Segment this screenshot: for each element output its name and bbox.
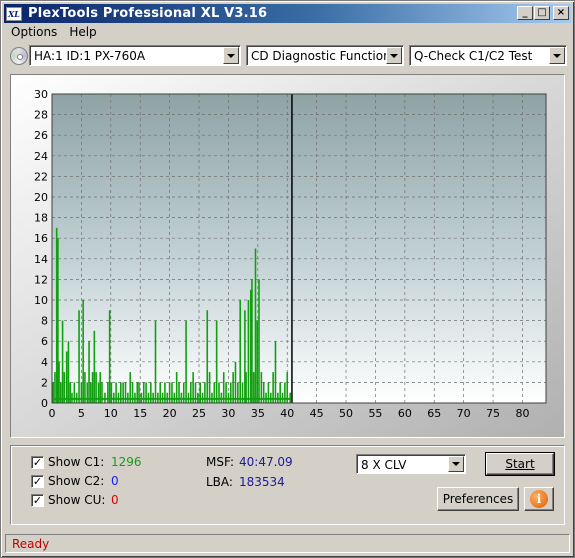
drive-select[interactable]: HA:1 ID:1 PX-760A [29, 45, 241, 66]
preferences-button[interactable]: Preferences [437, 487, 519, 511]
y-tick-label: 26 [34, 129, 48, 142]
x-tick-label: 75 [486, 407, 500, 420]
minimize-button[interactable]: _ [517, 6, 533, 20]
app-window: XL PlexTools Professional XL V3.16 _ □ ×… [0, 0, 575, 558]
show-c2-label: Show C2: [48, 474, 105, 488]
x-tick-label: 60 [398, 407, 412, 420]
status-bar: Ready [5, 534, 570, 553]
info-button[interactable]: i [524, 487, 554, 511]
x-tick-label: 70 [457, 407, 471, 420]
preferences-button-label: Preferences [442, 492, 514, 506]
info-icon: i [530, 490, 548, 508]
x-tick-label: 30 [221, 407, 235, 420]
chevron-down-icon[interactable] [549, 47, 565, 64]
menu-bar: Options Help [5, 23, 103, 41]
y-tick-label: 16 [34, 232, 48, 245]
x-tick-label: 45 [310, 407, 324, 420]
lba-value: 183534 [239, 475, 285, 489]
x-tick-label: 55 [368, 407, 382, 420]
x-tick-label: 10 [104, 407, 118, 420]
title-bar[interactable]: XL PlexTools Professional XL V3.16 _ □ × [4, 4, 571, 23]
menu-options[interactable]: Options [5, 25, 63, 39]
status-text: Ready [12, 537, 50, 551]
x-tick-label: 50 [339, 407, 353, 420]
show-c1-label: Show C1: [48, 455, 105, 469]
x-tick-label: 25 [192, 407, 206, 420]
test-select-value: Q-Check C1/C2 Test [414, 49, 533, 63]
x-tick-label: 5 [78, 407, 85, 420]
y-tick-label: 4 [41, 356, 48, 369]
msf-label: MSF: [206, 455, 234, 469]
chevron-down-icon[interactable] [448, 456, 464, 472]
y-tick-label: 22 [34, 170, 48, 183]
y-tick-label: 24 [34, 150, 48, 163]
y-tick-label: 18 [34, 212, 48, 225]
toolbar: HA:1 ID:1 PX-760A CD Diagnostic Function… [7, 45, 570, 67]
maximize-button[interactable]: □ [534, 6, 550, 20]
show-c2-checkbox[interactable]: ✓ [31, 475, 44, 488]
cu-count: 0 [111, 493, 119, 507]
x-tick-label: 80 [515, 407, 529, 420]
start-button-label: Start [505, 457, 535, 471]
chevron-down-icon[interactable] [386, 47, 402, 64]
chevron-down-icon[interactable] [223, 47, 239, 64]
x-tick-label: 15 [133, 407, 147, 420]
app-logo-icon: XL [6, 6, 22, 21]
msf-value: 40:47.09 [239, 455, 293, 469]
show-cu-checkbox[interactable]: ✓ [31, 494, 44, 507]
x-tick-label: 65 [427, 407, 441, 420]
start-button[interactable]: Start [485, 452, 555, 476]
results-panel: ✓ Show C1: 1296 ✓ Show C2: 0 ✓ Show CU: … [10, 445, 565, 525]
speed-select[interactable]: 8 X CLV [356, 454, 466, 474]
function-select-value: CD Diagnostic Functions [251, 49, 397, 63]
menu-help[interactable]: Help [63, 25, 102, 39]
show-cu-label: Show CU: [48, 493, 106, 507]
test-select[interactable]: Q-Check C1/C2 Test [409, 45, 567, 66]
show-c1-checkbox[interactable]: ✓ [31, 456, 44, 469]
y-tick-label: 0 [41, 397, 48, 410]
function-select[interactable]: CD Diagnostic Functions [246, 45, 404, 66]
window-controls: _ □ × [516, 6, 569, 20]
y-tick-label: 14 [34, 253, 48, 266]
speed-select-value: 8 X CLV [361, 458, 407, 472]
x-tick-label: 20 [163, 407, 177, 420]
y-tick-label: 6 [41, 335, 48, 348]
disc-drive-icon [10, 47, 28, 65]
y-tick-label: 28 [34, 109, 48, 122]
c2-count: 0 [111, 474, 119, 488]
window-title: PlexTools Professional XL V3.16 [28, 6, 268, 21]
x-tick-label: 0 [49, 407, 56, 420]
drive-select-value: HA:1 ID:1 PX-760A [34, 49, 146, 63]
y-tick-label: 10 [34, 294, 48, 307]
y-tick-label: 20 [34, 191, 48, 204]
y-tick-label: 30 [34, 88, 48, 101]
x-tick-label: 35 [251, 407, 265, 420]
x-tick-label: 40 [280, 407, 294, 420]
y-tick-label: 2 [41, 376, 48, 389]
close-button[interactable]: × [553, 6, 569, 20]
lba-label: LBA: [206, 475, 233, 489]
c1c2-error-chart: 024681012141618202224262830 0 5 10 15 20 25 30… [11, 75, 564, 437]
y-tick-label: 12 [34, 273, 48, 286]
y-tick-label: 8 [41, 315, 48, 328]
c1-count: 1296 [111, 455, 142, 469]
error-chart-panel: 0 2 4 6 8 10 12 14 16 18 20 22 24 26 28 30 0 5 10 15 20 25 30… [10, 74, 565, 438]
plot-area [52, 94, 546, 403]
